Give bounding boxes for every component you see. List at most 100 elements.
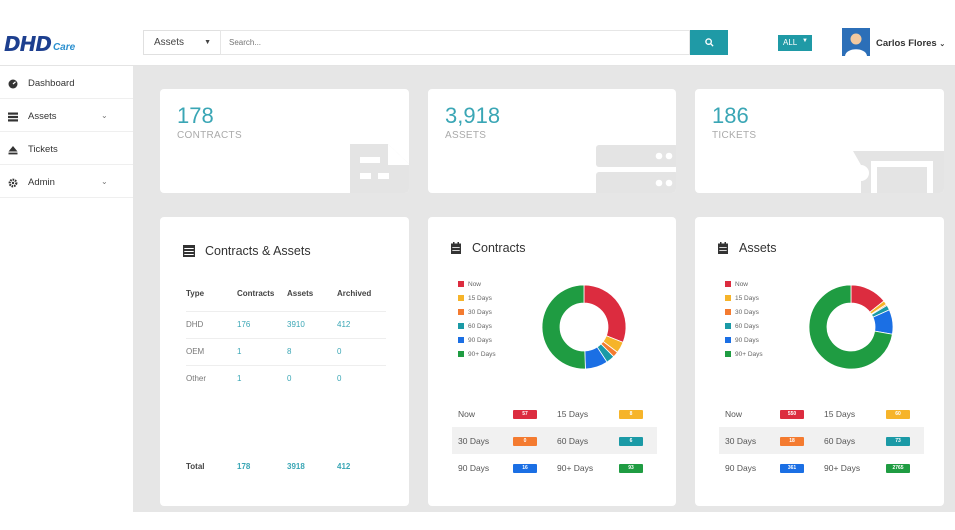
legend-label: 15 Days <box>735 294 759 302</box>
table-cell[interactable]: 0 <box>337 364 386 392</box>
legend-item: 90+ Days <box>725 347 763 361</box>
list-icon <box>8 112 18 122</box>
table-cell[interactable]: 412 <box>337 310 386 338</box>
stat-label: 30 Days <box>458 436 490 446</box>
sidebar-item-admin[interactable]: Admin ⌄ <box>0 165 133 198</box>
contract-icon <box>350 144 409 193</box>
chevron-down-icon: ⌄ <box>101 111 108 120</box>
contracts-chart-card: Contracts Now 15 Days 30 Days 60 Days 90… <box>428 217 676 506</box>
contracts-assets-card: Contracts & Assets Type Contracts Assets… <box>160 217 409 506</box>
legend-swatch <box>458 337 464 343</box>
legend-label: Now <box>468 280 482 288</box>
stat-label: 90 Days <box>725 463 757 473</box>
legend-label: Now <box>735 280 749 288</box>
legend-swatch <box>458 309 464 315</box>
sidebar-item-tickets[interactable]: Tickets <box>0 132 133 165</box>
stat-badge: 550 <box>780 410 804 419</box>
legend-label: 30 Days <box>468 308 492 316</box>
kpi-card-tickets[interactable]: 186 TICKETS <box>695 89 944 193</box>
legend-swatch <box>458 281 464 287</box>
stat-badge: 0 <box>513 437 537 446</box>
stat-label: 60 Days <box>824 436 856 446</box>
stats-row: Now 57 15 Days 8 <box>452 400 657 427</box>
sidebar: Dashboard Assets ⌄ Tickets Admin ⌄ <box>0 66 133 530</box>
search-button[interactable] <box>690 30 728 55</box>
donut-slice-now[interactable] <box>583 284 627 343</box>
search-category-value: Assets <box>154 37 185 48</box>
user-icon <box>842 28 870 56</box>
table-cell[interactable]: 0 <box>337 337 386 365</box>
stat-badge: 93 <box>619 464 643 473</box>
card-title: Assets <box>739 241 777 255</box>
legend-label: 90+ Days <box>468 350 496 358</box>
stats-row: Now 550 15 Days 60 <box>719 400 924 427</box>
kpi-value: 3,918 <box>445 103 501 128</box>
table-cell[interactable]: 1 <box>237 337 287 365</box>
table-cell[interactable]: 176 <box>237 310 287 338</box>
kpi-card-assets[interactable]: 3,918 ASSETS <box>428 89 676 193</box>
table-row[interactable]: OEM 1 8 0 <box>186 337 386 365</box>
legend-swatch <box>725 351 731 357</box>
sidebar-item-dashboard[interactable]: Dashboard <box>0 66 133 99</box>
logo-main-text: DHD <box>4 32 52 56</box>
legend-swatch <box>725 295 731 301</box>
legend-item: Now <box>458 277 496 291</box>
kpi-card-contracts[interactable]: 178 CONTRACTS <box>160 89 409 193</box>
search-category-select[interactable]: Assets ▼ <box>143 30 220 55</box>
filter-dropdown[interactable]: ALL ▼ <box>778 35 812 51</box>
legend-swatch <box>725 281 731 287</box>
caret-down-icon: ▼ <box>802 38 808 44</box>
stat-label: 90+ Days <box>824 463 861 473</box>
legend-swatch <box>725 323 731 329</box>
sidebar-item-label: Tickets <box>28 144 58 155</box>
stat-badge: 2765 <box>886 464 910 473</box>
column-header: Assets <box>287 289 314 299</box>
sidebar-item-label: Admin <box>28 177 55 188</box>
legend-item: 30 Days <box>725 305 763 319</box>
table-row[interactable]: DHD 176 3910 412 <box>186 310 386 338</box>
table-cell[interactable]: 8 <box>287 337 337 365</box>
kpi-value: 178 <box>177 103 214 128</box>
sidebar-item-assets[interactable]: Assets ⌄ <box>0 99 133 132</box>
column-header: Type <box>186 289 205 299</box>
total-assets: 3918 <box>287 462 305 471</box>
total-label: Total <box>186 462 205 471</box>
stats-row: 30 Days 0 60 Days 6 <box>452 427 657 454</box>
brand-logo[interactable]: DHD Care <box>4 30 75 54</box>
card-title: Contracts <box>472 241 526 255</box>
stat-badge: 60 <box>886 410 910 419</box>
legend-swatch <box>725 309 731 315</box>
table-cell[interactable]: 1 <box>237 364 287 392</box>
stat-badge: 6 <box>619 437 643 446</box>
legend-label: 60 Days <box>468 322 492 330</box>
user-menu[interactable]: Carlos Flores ⌄ <box>876 38 945 49</box>
caret-down-icon: ▼ <box>204 39 211 46</box>
stat-badge: 73 <box>886 437 910 446</box>
search-icon <box>704 38 714 47</box>
table-cell[interactable]: 3910 <box>287 310 337 338</box>
contracts-donut-chart[interactable] <box>540 283 628 371</box>
chart-legend: Now 15 Days 30 Days 60 Days 90 Days 90+ … <box>725 277 763 361</box>
stats-row: 90 Days 361 90+ Days 2765 <box>719 454 924 481</box>
legend-swatch <box>458 351 464 357</box>
stat-label: Now <box>725 409 743 419</box>
table-row[interactable]: Other 1 0 0 <box>186 364 386 392</box>
legend-item: 15 Days <box>725 291 763 305</box>
chevron-down-icon: ⌄ <box>101 177 108 186</box>
dashboard-icon <box>8 79 18 89</box>
sidebar-item-label: Assets <box>28 111 57 122</box>
table-cell[interactable]: 0 <box>287 364 337 392</box>
user-avatar[interactable] <box>842 28 870 56</box>
assets-donut-chart[interactable] <box>807 283 895 371</box>
search-input[interactable] <box>220 30 690 55</box>
kpi-value: 186 <box>712 103 749 128</box>
legend-label: 90+ Days <box>735 350 763 358</box>
eject-icon <box>8 146 18 155</box>
user-name-label: Carlos Flores <box>876 38 937 49</box>
chart-legend: Now 15 Days 30 Days 60 Days 90 Days 90+ … <box>458 277 496 361</box>
assets-stats: Now 550 15 Days 60 30 Days 18 60 Days 73… <box>719 400 924 481</box>
card-title: Contracts & Assets <box>205 244 311 258</box>
donut-slice-90-days[interactable] <box>541 284 586 370</box>
legend-swatch <box>458 323 464 329</box>
contracts-assets-table: Type Contracts Assets Archived DHD 176 3… <box>186 287 386 392</box>
